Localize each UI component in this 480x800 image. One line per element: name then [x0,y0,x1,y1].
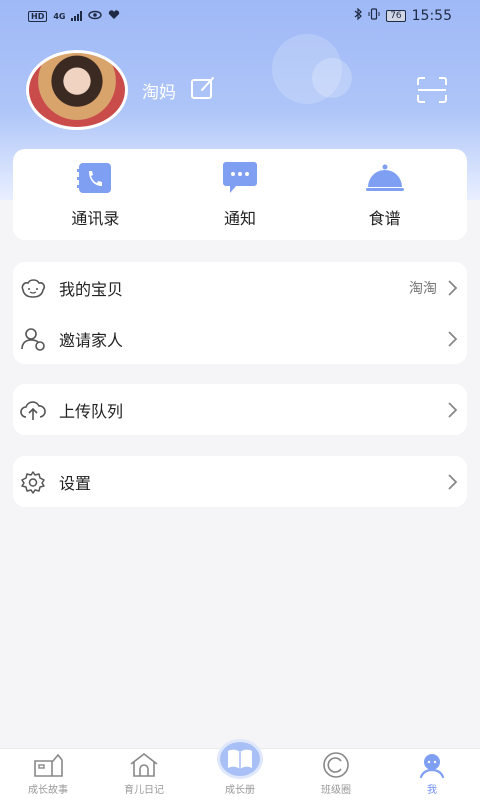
tab-label: 成长册 [225,785,255,796]
story-house-icon [34,753,63,777]
quick-actions-card: 通讯录 通知 食谱 [13,149,467,240]
quick-action-label: 通知 [223,208,256,228]
cloud-upload-icon [20,400,46,420]
invite-person-icon [21,327,45,351]
avatar[interactable] [26,50,128,130]
menu-label: 上传队列 [59,401,124,421]
signal-icon [71,11,83,21]
tab-label: 班级圈 [321,785,351,796]
chevron-right-icon [448,330,458,347]
menu-invite-family[interactable]: 邀请家人 [13,313,467,364]
vibrate-icon [368,8,380,24]
tab-label: 成长故事 [28,785,68,796]
upload-menu-card: 上传队列 [13,384,467,435]
circle-icon [323,752,349,778]
menu-label: 设置 [59,473,92,493]
chevron-right-icon [448,401,458,418]
album-circle [217,739,263,779]
heart-icon [108,9,120,24]
person-icon [419,754,445,779]
chevron-right-icon [448,473,458,490]
battery-indicator: 76 [386,10,406,22]
settings-menu-card: 设置 [13,456,467,507]
diary-house-icon [130,752,158,777]
quick-action-recipes[interactable]: 食谱 [320,161,450,229]
chevron-right-icon [448,279,458,296]
open-book-icon [228,749,252,769]
menu-label: 我的宝贝 [59,279,124,299]
status-right: 76 15:55 [354,7,452,24]
edit-icon[interactable] [176,75,216,105]
message-bubble-icon [222,161,257,193]
quick-action-label: 通讯录 [71,208,120,228]
quick-action-label: 食谱 [368,208,401,228]
family-menu-card: 我的宝贝 淘淘 邀请家人 [13,262,467,364]
username: 淘妈 [142,82,176,103]
tab-label: 育儿日记 [124,785,164,796]
food-cloche-icon [365,164,404,191]
tab-parenting-diary[interactable]: 育儿日记 [99,751,189,796]
quick-action-notice[interactable]: 通知 [175,161,305,229]
decor-bubble [312,58,352,98]
contacts-book-icon [77,162,112,193]
menu-upload-queue[interactable]: 上传队列 [13,384,467,435]
quick-action-contacts[interactable]: 通讯录 [30,161,160,229]
status-bar: HD 4G 76 15:55 [0,0,480,32]
tab-me[interactable]: 我 [387,751,477,796]
gear-icon [21,470,45,494]
tab-label: 我 [427,785,437,796]
bluetooth-icon [354,7,363,24]
bottom-tab-bar: 成长故事 育儿日记 成长册 班级圈 我 [0,739,480,800]
menu-label: 邀请家人 [59,330,124,350]
hd-badge: HD [28,10,48,22]
status-left: HD 4G [28,9,120,24]
tab-growth-album[interactable]: 成长册 [195,739,285,796]
tab-class-circle[interactable]: 班级圈 [291,751,381,796]
profile-section: 淘妈 [26,50,216,130]
menu-my-baby[interactable]: 我的宝贝 淘淘 [13,262,467,313]
baby-name-value: 淘淘 [409,280,437,297]
eye-icon [88,9,103,24]
network-badge: 4G [53,11,66,21]
status-time: 15:55 [411,8,452,24]
tab-growth-story[interactable]: 成长故事 [3,751,93,796]
menu-settings[interactable]: 设置 [13,456,467,507]
baby-face-icon [21,278,46,298]
